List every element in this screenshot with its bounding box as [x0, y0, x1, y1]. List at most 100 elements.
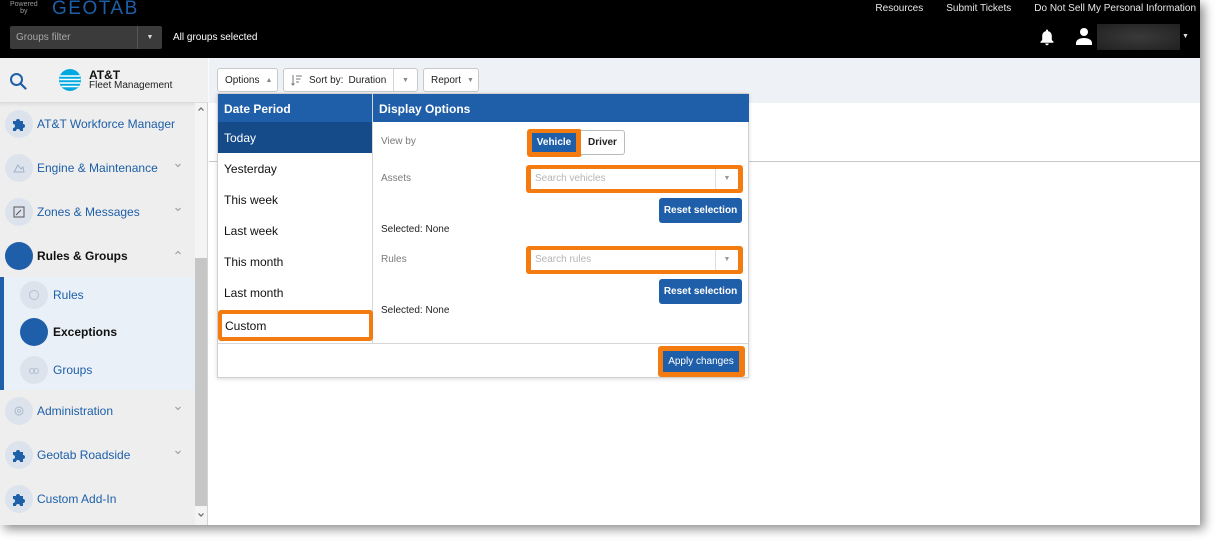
options-panel-footer: Apply changes — [218, 343, 748, 377]
caret-up-icon: ▲ — [265, 76, 273, 84]
sidebar-item-custom-add-in[interactable]: Custom Add-In — [0, 479, 195, 519]
exceptions-icon — [20, 318, 48, 346]
date-period-column: Date Period Today Yesterday This week La… — [218, 94, 373, 343]
assets-label: Assets — [381, 173, 412, 184]
options-panel: Date Period Today Yesterday This week La… — [217, 93, 749, 378]
sort-icon — [291, 75, 302, 86]
sidebar-subitem-label: Groups — [53, 363, 93, 377]
date-period-last-month[interactable]: Last month — [218, 277, 372, 308]
report-label: Report — [431, 74, 462, 86]
date-period-last-week[interactable]: Last week — [218, 215, 372, 246]
sidebar-item-label: Administration — [37, 404, 114, 418]
sidebar-subitem-groups[interactable]: Groups — [4, 352, 195, 389]
groups-filter[interactable]: Groups filter ▼ — [10, 26, 162, 49]
date-period-this-week[interactable]: This week — [218, 184, 372, 215]
puzzle-icon — [5, 441, 33, 469]
zones-icon — [5, 198, 33, 226]
chevron-down-icon — [175, 406, 181, 411]
rules-search-input[interactable]: Search rules ▼ — [531, 250, 738, 270]
options-label: Options — [225, 74, 260, 86]
sidebar-item-label: Custom Add-In — [37, 492, 117, 506]
rules-dropdown-icon[interactable]: ▼ — [716, 250, 738, 270]
gear-icon — [5, 397, 33, 425]
geotab-logo: GEOTAB — [52, 0, 139, 19]
date-period-this-month[interactable]: This month — [218, 246, 372, 277]
sidebar-item-zones-messages[interactable]: Zones & Messages — [0, 192, 195, 232]
sidebar-item-label: Rules & Groups — [37, 249, 128, 263]
assets-dropdown-icon[interactable]: ▼ — [716, 169, 738, 189]
engine-icon — [5, 154, 33, 182]
app-window: Powered by GEOTAB Groups filter ▼ All gro… — [0, 0, 1200, 525]
puzzle-icon — [5, 110, 33, 138]
sort-dropdown-icon[interactable]: ▼ — [394, 77, 417, 84]
chevron-down-icon — [175, 163, 181, 168]
bell-icon[interactable] — [1038, 28, 1056, 46]
user-icon[interactable] — [1076, 27, 1092, 45]
sidebar-item-att-workforce-manager[interactable]: AT&T Workforce Manager — [0, 104, 195, 144]
view-by-label: View by — [381, 136, 416, 147]
header-links: Resources Submit Tickets Do Not Sell My … — [875, 3, 1196, 14]
sidebar: AT&T Fleet Management AT&T Workforce Man… — [0, 58, 208, 525]
scroll-down-icon[interactable] — [197, 511, 205, 519]
apply-highlight: Apply changes — [658, 346, 745, 377]
sidebar-item-rules-groups[interactable]: Rules & Groups — [0, 236, 195, 276]
sidebar-subitem-rules[interactable]: Rules — [4, 277, 195, 314]
do-not-sell-link[interactable]: Do Not Sell My Personal Information — [1034, 3, 1196, 14]
sidebar-scrollbar[interactable] — [195, 103, 207, 525]
assets-search-highlight: Search vehicles ▼ — [526, 165, 743, 193]
sidebar-subitem-label: Exceptions — [53, 325, 118, 339]
puzzle-icon — [5, 485, 33, 513]
sort-value: Duration — [348, 74, 387, 86]
rules-search-placeholder[interactable]: Search rules — [531, 250, 716, 270]
date-period-yesterday[interactable]: Yesterday — [218, 153, 372, 184]
powered-by-text: Powered by — [10, 1, 38, 15]
rules-selected-text: Selected: None — [381, 305, 450, 316]
sidebar-item-administration[interactable]: Administration — [0, 391, 195, 431]
sidebar-item-label: AT&T Workforce Manager — [37, 117, 176, 131]
assets-search-placeholder[interactable]: Search vehicles — [531, 169, 716, 189]
chevron-down-icon — [175, 207, 181, 212]
chevron-up-icon — [175, 250, 181, 255]
chevron-down-icon — [175, 450, 181, 455]
display-options-column: Display Options View by Vehicle Driver A… — [373, 94, 749, 343]
sidebar-subitem-exceptions[interactable]: Exceptions — [4, 314, 195, 351]
rules-search-highlight: Search rules ▼ — [526, 246, 743, 274]
groups-icon — [20, 356, 48, 384]
assets-search-input[interactable]: Search vehicles ▼ — [531, 169, 738, 189]
rules-reset-selection-button[interactable]: Reset selection — [659, 279, 742, 304]
user-name-redacted[interactable] — [1097, 24, 1180, 50]
user-menu-caret-icon[interactable]: ▼ — [1182, 33, 1189, 40]
sidebar-item-label: Geotab Roadside — [37, 448, 131, 462]
display-options-title: Display Options — [373, 94, 749, 122]
rules-groups-submenu: Rules Exceptions Groups — [0, 277, 195, 390]
date-period-custom[interactable]: Custom — [218, 310, 373, 341]
submit-tickets-link[interactable]: Submit Tickets — [946, 3, 1011, 14]
sidebar-item-engine-maintenance[interactable]: Engine & Maintenance — [0, 148, 195, 188]
sidebar-item-label: Zones & Messages — [37, 205, 140, 219]
view-by-vehicle-button[interactable]: Vehicle — [532, 133, 576, 152]
caret-down-icon: ▼ — [467, 76, 474, 84]
brand-subtitle: Fleet Management — [89, 80, 173, 91]
assets-reset-selection-button[interactable]: Reset selection — [659, 198, 742, 223]
apply-changes-button[interactable]: Apply changes — [663, 351, 739, 372]
rules-groups-icon — [5, 242, 33, 270]
sidebar-header: AT&T Fleet Management — [0, 58, 208, 103]
sidebar-subitem-label: Rules — [53, 288, 84, 302]
scrollbar-thumb[interactable] — [195, 258, 207, 506]
sort-button[interactable]: Sort by: Duration — [284, 69, 394, 91]
date-period-today[interactable]: Today — [218, 122, 372, 153]
groups-filter-dropdown-icon[interactable]: ▼ — [138, 26, 162, 49]
view-by-driver-button[interactable]: Driver — [581, 130, 625, 155]
groups-filter-input[interactable]: Groups filter — [10, 26, 138, 49]
top-header: Powered by GEOTAB Groups filter ▼ All gro… — [0, 0, 1200, 58]
rules-icon — [20, 281, 48, 309]
sidebar-item-geotab-roadside[interactable]: Geotab Roadside — [0, 435, 195, 475]
search-icon[interactable] — [9, 72, 27, 90]
options-button[interactable]: Options ▲ — [217, 68, 278, 92]
sort-control[interactable]: Sort by: Duration ▼ — [283, 68, 418, 92]
scroll-up-icon[interactable] — [197, 105, 205, 113]
sort-label: Sort by: — [309, 74, 344, 86]
rules-label: Rules — [381, 254, 407, 265]
resources-link[interactable]: Resources — [875, 3, 923, 14]
report-button[interactable]: Report ▼ — [423, 68, 479, 92]
